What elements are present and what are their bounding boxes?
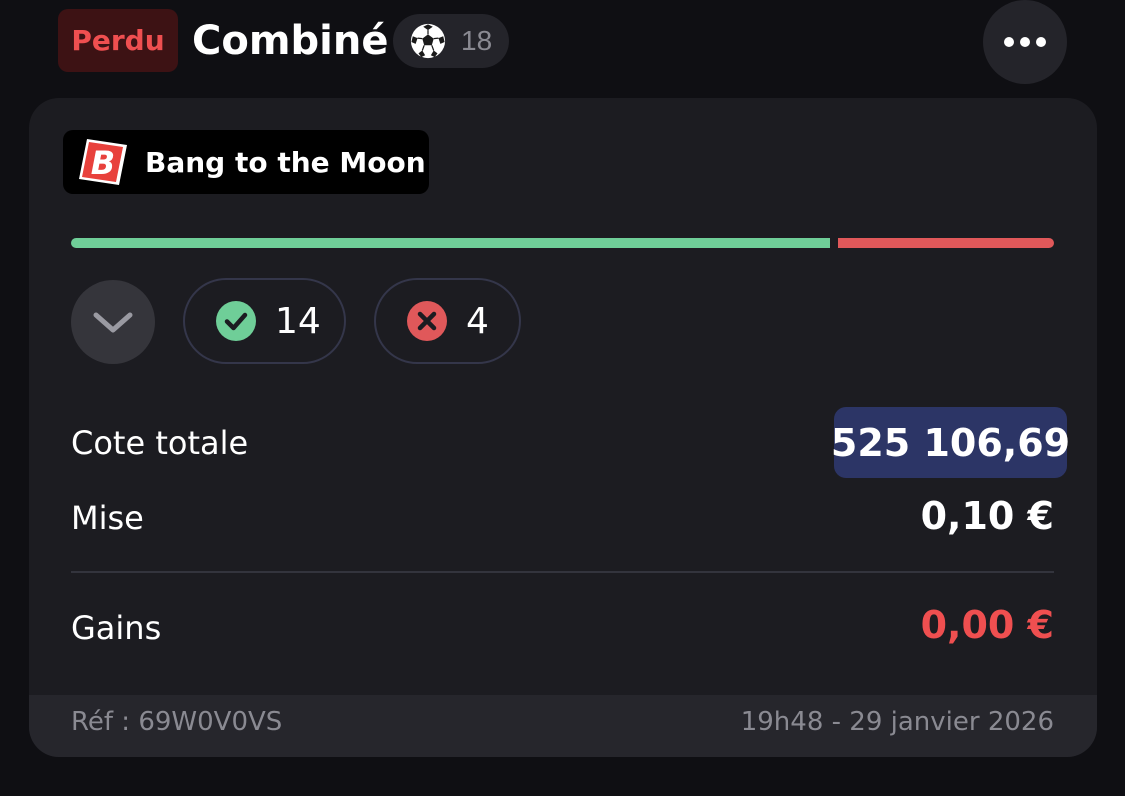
- divider: [71, 571, 1054, 573]
- promo-tag[interactable]: B Bang to the Moon: [63, 130, 429, 194]
- lost-count: 4: [466, 300, 489, 342]
- status-badge: Perdu: [58, 9, 178, 72]
- promo-label: Bang to the Moon: [145, 145, 426, 179]
- more-dots-icon: [1004, 37, 1014, 47]
- result-progress-bar: [71, 238, 1054, 248]
- brand-b-logo: B: [79, 139, 127, 185]
- more-options-button[interactable]: [983, 0, 1067, 84]
- won-count: 14: [275, 300, 321, 342]
- sport-pill: 18: [393, 14, 509, 68]
- lost-selections-chip[interactable]: 4: [374, 278, 521, 364]
- bet-header: Perdu Combiné 18: [0, 0, 1125, 90]
- won-selections-chip[interactable]: 14: [183, 278, 346, 364]
- progress-won-segment: [71, 238, 830, 248]
- stake-value: 0,10 €: [920, 494, 1054, 538]
- cross-circle-icon: [407, 301, 447, 341]
- winnings-label: Gains: [71, 609, 162, 647]
- svg-text:B: B: [91, 144, 115, 182]
- chevron-down-icon: [93, 312, 133, 333]
- winnings-value: 0,00 €: [920, 603, 1054, 647]
- more-dot: [1020, 37, 1030, 47]
- odds-label: Cote totale: [71, 424, 249, 462]
- soccer-ball-icon: [410, 23, 446, 59]
- bet-datetime: 19h48 - 29 janvier 2026: [740, 707, 1054, 737]
- selection-count: 18: [461, 25, 493, 56]
- more-dot: [1036, 37, 1046, 47]
- total-odds-value: 525 106,69: [831, 407, 1070, 478]
- bet-card: B Bang to the Moon 14 4 Cote totale 525 …: [29, 98, 1097, 757]
- expand-toggle-button[interactable]: [71, 280, 155, 364]
- check-circle-icon: [216, 301, 256, 341]
- card-footer: Réf : 69W0V0VS 19h48 - 29 janvier 2026: [29, 695, 1097, 757]
- stake-label: Mise: [71, 499, 144, 537]
- bet-type-title: Combiné: [192, 18, 389, 64]
- progress-lost-segment: [838, 238, 1054, 248]
- bet-reference: Réf : 69W0V0VS: [71, 707, 283, 737]
